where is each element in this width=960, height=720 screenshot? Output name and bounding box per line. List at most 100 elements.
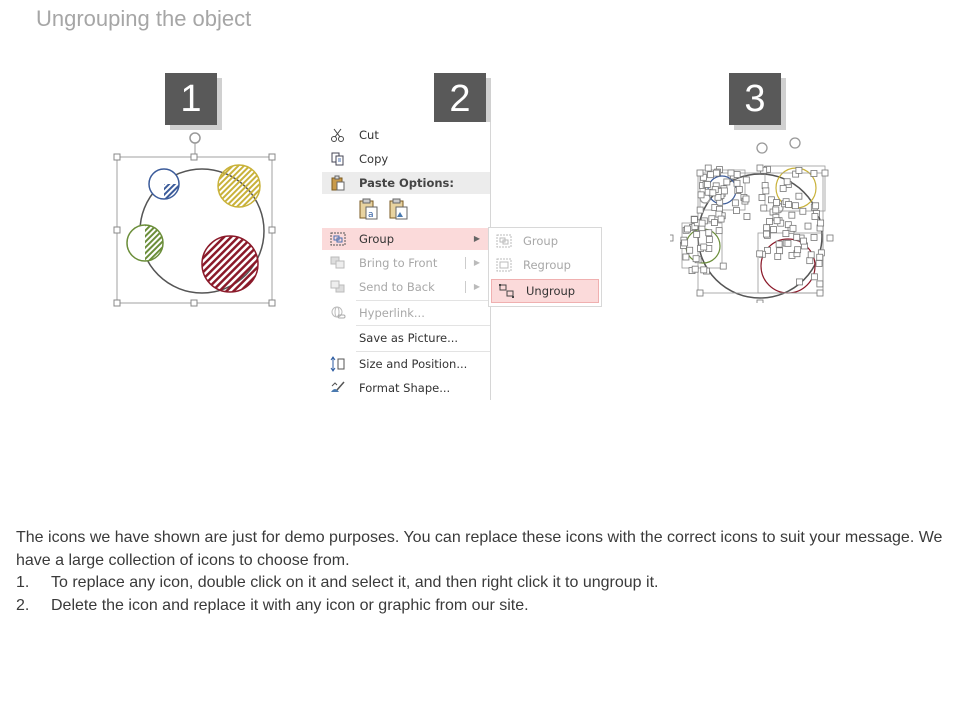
ungrouped-object-illustration[interactable] [670, 128, 840, 303]
selection-handle [756, 164, 764, 172]
selection-handle [700, 266, 708, 274]
selection-handle [816, 253, 824, 261]
ungroup-icon [499, 284, 514, 298]
paste-icon [331, 175, 345, 191]
selection-handle [779, 185, 787, 192]
submenu-item-regroup[interactable]: Regroup [489, 254, 599, 276]
selection-handle [705, 236, 713, 243]
selection-handle [800, 237, 807, 245]
selection-handle [804, 222, 812, 230]
selection-handle [758, 194, 766, 201]
selection-handle [815, 260, 823, 267]
submenu-arrow-icon: ▶ [473, 234, 480, 243]
selection-handle [760, 204, 768, 212]
selection-handle [796, 278, 803, 286]
selection-handle [789, 224, 797, 232]
menu-item-send-to-back[interactable]: Send to Back ▶ [322, 276, 490, 298]
hyperlink-icon [331, 306, 346, 319]
selection-handle [766, 218, 773, 225]
selection-handle [762, 187, 770, 195]
step-badge-2: 2 [434, 73, 486, 125]
selection-handle [788, 211, 796, 219]
menu-item-size-and-position[interactable]: Size and Position... [322, 353, 490, 375]
group-submenu: Group Regroup Ungroup [488, 227, 602, 307]
selection-handle [698, 219, 706, 227]
group-icon [496, 234, 512, 248]
selection-handle [693, 231, 701, 238]
slide-title: Ungrouping the object [36, 6, 252, 31]
selection-handle [731, 199, 739, 207]
selection-handle [690, 216, 698, 223]
selection-handle [704, 164, 712, 172]
selection-handle [776, 247, 784, 255]
submenu-item-ungroup[interactable]: Ungroup [491, 279, 599, 303]
selection-handle [696, 169, 704, 177]
selection-handle [742, 176, 750, 184]
menu-item-bring-to-front[interactable]: Bring to Front ▶ [322, 252, 490, 274]
format-shape-icon [331, 381, 345, 392]
selection-handle [691, 265, 699, 273]
selection-handle [742, 195, 750, 203]
selection-handle [733, 171, 741, 178]
selection-handle [743, 213, 751, 220]
list-item: 1. To replace any icon, double click on … [16, 574, 659, 591]
menu-divider [356, 325, 490, 326]
step-badge-1: 1 [165, 73, 217, 125]
selection-handle [670, 234, 674, 242]
selection-handle [785, 201, 792, 208]
selection-handle [810, 273, 818, 281]
selection-handle [806, 257, 814, 265]
menu-item-cut[interactable]: Cut [322, 124, 490, 146]
menu-divider [356, 351, 490, 352]
selection-handle [727, 169, 735, 177]
menu-item-group[interactable]: Group ▶ [322, 228, 490, 250]
selection-handle [682, 253, 690, 261]
submenu-arrow-icon: ▶ [473, 282, 480, 291]
selection-handle [684, 225, 691, 233]
menu-divider [356, 300, 490, 301]
menu-item-save-as-picture[interactable]: Save as Picture... [322, 327, 490, 349]
selection-handle [763, 230, 770, 238]
selection-handle [773, 199, 780, 206]
rotate-handle-icon[interactable] [189, 132, 201, 144]
menu-item-hyperlink[interactable]: Hyperlink... [322, 302, 490, 324]
selection-handle [763, 224, 771, 232]
context-menu: Cut Copy Paste Options: a Group ▶ Bring … [322, 122, 491, 400]
selection-handle [696, 289, 704, 297]
menu-item-copy[interactable]: Copy [322, 148, 490, 170]
selection-handle [794, 246, 802, 254]
selection-handle [811, 213, 819, 220]
grouped-object-illustration[interactable] [105, 128, 285, 318]
paste-keep-source-icon[interactable]: a [358, 198, 380, 222]
selection-handle [733, 179, 741, 187]
selection-handle [795, 167, 803, 174]
intro-paragraph: The icons we have shown are just for dem… [16, 529, 943, 569]
instructions-text: The icons we have shown are just for dem… [16, 527, 946, 617]
selection-handle [793, 233, 801, 241]
selection-handle [773, 217, 781, 225]
selection-handle [799, 207, 807, 215]
selection-handle [795, 192, 803, 200]
size-position-icon [330, 356, 345, 372]
selection-handle [772, 206, 780, 214]
selection-handle [707, 171, 714, 179]
selection-handle [826, 234, 834, 242]
step-badge-3: 3 [729, 73, 781, 125]
selection-handle [715, 227, 723, 235]
selection-handle [816, 289, 824, 297]
selection-handle [756, 250, 764, 258]
selection-handle [782, 230, 790, 238]
menu-item-format-shape[interactable]: Format Shape... [322, 377, 490, 399]
submenu-arrow-icon: ▶ [473, 258, 480, 267]
selection-handle [775, 240, 783, 248]
selection-handle [709, 189, 717, 197]
selection-handle [784, 239, 792, 247]
selection-handle [774, 253, 782, 260]
scissors-icon [331, 128, 344, 142]
submenu-item-group[interactable]: Group [489, 230, 599, 252]
selection-handle [807, 251, 815, 259]
selection-handle [810, 234, 818, 241]
selection-handle [696, 206, 704, 214]
selection-handle [821, 169, 829, 177]
paste-as-picture-icon[interactable] [388, 198, 410, 222]
